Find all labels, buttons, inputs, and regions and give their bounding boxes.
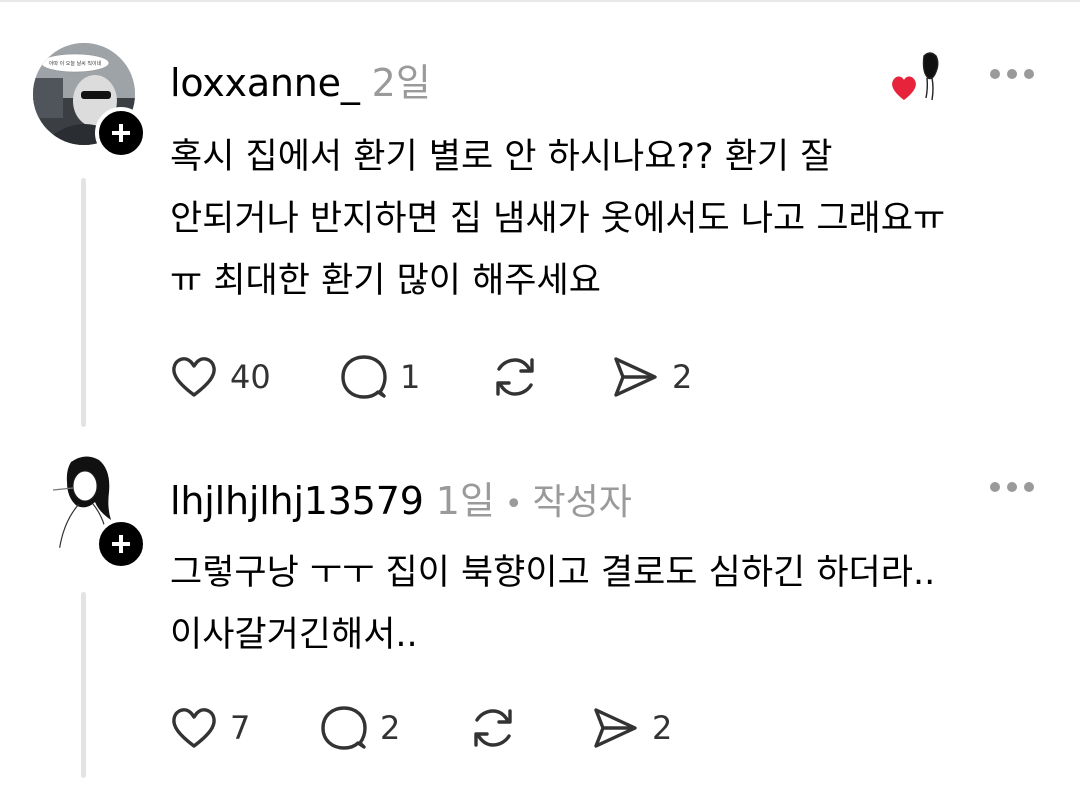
reply-count: 2 bbox=[380, 709, 401, 747]
repost-arrows-icon bbox=[496, 358, 534, 396]
plus-icon bbox=[112, 124, 130, 142]
plus-icon bbox=[112, 535, 130, 553]
share-count: 2 bbox=[672, 358, 693, 396]
share-button[interactable]: 2 bbox=[610, 352, 692, 402]
author-liked-badge bbox=[888, 48, 948, 106]
post-header: lhjlhjlhj13579 1일 • 작성자 bbox=[170, 470, 632, 525]
send-icon bbox=[594, 708, 637, 748]
like-button[interactable]: 7 bbox=[170, 703, 250, 753]
thread-line bbox=[81, 592, 86, 778]
speech-bubble-icon bbox=[321, 706, 367, 750]
more-options-button[interactable] bbox=[990, 477, 1036, 497]
comment-text: 혹시 집에서 환기 별로 안 하시나요?? 환기 잘 안되거나 반지하면 집 냄… bbox=[170, 137, 946, 301]
comment-post-1: 아따 이 오늘 날씨 직이네 loxxanne_ 2일 혹시 집에서 환기 별로… bbox=[0, 0, 1080, 430]
comment-post-2: lhjlhjlhj13579 1일 • 작성자 그렇구낭 ㅜㅜ 집이 북향이고 … bbox=[0, 430, 1080, 799]
author-sketch bbox=[922, 52, 939, 101]
more-dots-icon bbox=[990, 69, 1000, 79]
follow-button[interactable] bbox=[95, 107, 147, 159]
author-tag: 작성자 bbox=[532, 482, 632, 523]
repost-button[interactable] bbox=[490, 352, 540, 402]
avatar-caption: 아따 이 오늘 날씨 직이네 bbox=[49, 60, 102, 67]
username[interactable]: loxxanne_ bbox=[170, 61, 360, 105]
reply-button[interactable]: 1 bbox=[340, 352, 420, 402]
username[interactable]: lhjlhjlhj13579 bbox=[170, 479, 424, 523]
send-icon bbox=[614, 357, 657, 397]
comment-text: 그렇구낭 ㅜㅜ 집이 북향이고 결로도 심하긴 하더라.. 이사갈거긴해서.. bbox=[170, 553, 936, 655]
share-count: 2 bbox=[652, 709, 673, 747]
heart-outline-icon bbox=[172, 357, 216, 397]
repost-button[interactable] bbox=[468, 703, 518, 753]
thread-line bbox=[81, 178, 86, 427]
reply-count: 1 bbox=[400, 358, 421, 396]
more-dots-icon bbox=[990, 482, 1000, 492]
like-count: 40 bbox=[230, 358, 271, 396]
follow-button[interactable] bbox=[95, 518, 147, 570]
reply-button[interactable]: 2 bbox=[320, 703, 400, 753]
post-header: loxxanne_ 2일 bbox=[170, 52, 431, 107]
heart-filled-icon bbox=[892, 76, 916, 100]
like-button[interactable]: 40 bbox=[170, 352, 271, 402]
timestamp: 2일 bbox=[371, 61, 431, 105]
repost-arrows-icon bbox=[474, 709, 512, 747]
heart-outline-icon bbox=[172, 708, 216, 748]
like-count: 7 bbox=[230, 709, 251, 747]
timestamp: 1일 bbox=[435, 479, 495, 523]
share-button[interactable]: 2 bbox=[590, 703, 672, 753]
separator-dot: • bbox=[504, 487, 523, 522]
more-options-button[interactable] bbox=[990, 64, 1036, 84]
speech-bubble-icon bbox=[341, 355, 387, 399]
